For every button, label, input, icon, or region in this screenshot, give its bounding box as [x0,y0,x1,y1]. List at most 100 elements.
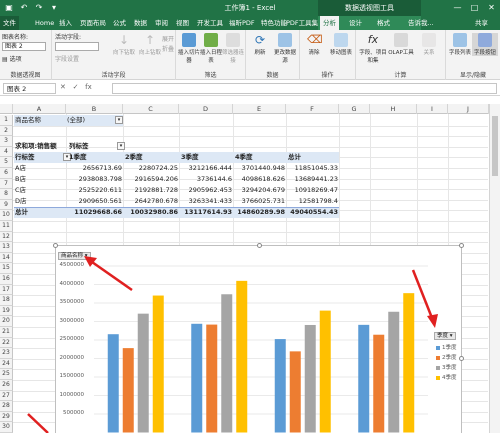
row-header[interactable]: 28 [0,401,13,412]
row-header[interactable]: 7 [0,178,13,190]
share-button[interactable]: 共享 [472,16,491,30]
scrollbar-thumb[interactable] [492,116,498,176]
collapse-button[interactable]: 折叠 [162,44,174,53]
bar-D店-1季度[interactable] [358,324,370,433]
tab-design[interactable]: 设计 [346,16,365,30]
options-button[interactable]: ▤ 选项 [2,54,22,63]
tab-analyze[interactable]: 分析 [320,16,339,30]
row-header[interactable]: 24 [0,358,13,370]
fields-items-sets-button[interactable]: fx 字段、项目和集 [358,33,388,64]
row-header[interactable]: 11 [0,221,13,232]
tab-home[interactable]: Home [32,16,57,30]
relationships-button[interactable]: 关系 [416,33,442,56]
name-box[interactable]: 图表 2 [3,83,56,94]
row-header[interactable]: 14 [0,252,13,264]
refresh-button[interactable]: ⟳ 刷新 [248,33,272,56]
field-list-button[interactable]: 字段列表 [448,33,472,56]
tab-file[interactable]: 文件 [0,16,19,30]
change-source-button[interactable]: 更改数据源 [272,33,298,64]
tab-data[interactable]: 数据 [131,16,150,30]
row-header[interactable]: 15 [0,263,13,274]
clear-button[interactable]: ⌫ 清除 [302,33,326,56]
column-header-g[interactable]: G [339,104,370,114]
bar-D店-3季度[interactable] [388,311,400,433]
column-header-j[interactable]: J [448,104,489,114]
expand-button[interactable]: 展开 [162,34,174,43]
bar-A店-3季度[interactable] [137,313,149,433]
bar-D店-4季度[interactable] [403,293,415,433]
select-all-corner[interactable] [0,104,13,114]
field-settings-button[interactable]: 字段设置 [55,54,79,63]
row-header[interactable]: 29 [0,411,13,423]
insert-timeline-button[interactable]: 插入日程表 [200,33,222,64]
pivot-chart[interactable]: 商品名称 ▾ 4500000 4000000 3500000 3000000 25000… [53,243,464,433]
minimize-button[interactable]: — [449,0,466,16]
tab-view[interactable]: 视图 [173,16,192,30]
row-header[interactable]: 26 [0,380,13,391]
close-button[interactable]: ✕ [483,0,500,16]
row-header[interactable]: 8 [0,189,13,200]
row-header[interactable]: 27 [0,390,13,402]
column-header-f[interactable]: F [286,104,339,114]
legend-field-button[interactable]: 季度 ▾ [434,332,456,340]
resize-handle[interactable] [53,243,58,248]
column-label-dropdown[interactable]: ▾ [117,142,125,150]
row-header[interactable]: 13 [0,242,13,253]
tab-developer[interactable]: 开发工具 [194,16,226,30]
bar-C店-4季度[interactable] [319,310,331,433]
row-header[interactable]: 17 [0,284,13,296]
row-header[interactable]: 12 [0,231,13,243]
bar-A店-4季度[interactable] [152,295,164,433]
bar-C店-1季度[interactable] [274,339,286,433]
resize-handle[interactable] [459,243,464,248]
bar-B店-4季度[interactable] [236,280,248,433]
bar-C店-2季度[interactable] [289,351,301,433]
chart-name-input[interactable]: 图表 2 [2,42,46,51]
row-header[interactable]: 2 [0,125,13,137]
row-header[interactable]: 22 [0,337,13,349]
column-header-e[interactable]: E [233,104,286,114]
row-header[interactable]: 10 [0,210,13,221]
olap-tools-button[interactable]: OLAP工具 [388,33,414,56]
maximize-button[interactable]: □ [466,0,483,16]
tab-foxit-pdf[interactable]: 福昕PDF [226,16,258,30]
row-header[interactable]: 3 [0,136,13,147]
drill-down-button[interactable]: ↓ 向下钻取 [112,33,136,56]
filter-dropdown-button[interactable]: ▾ [115,116,123,124]
bar-B店-1季度[interactable] [191,323,203,433]
drill-up-button[interactable]: ↑ 向上钻取 [138,33,162,56]
formula-input[interactable] [112,83,497,94]
field-buttons-button[interactable]: 字段按钮 [472,33,498,56]
enter-icon[interactable]: ✓ [73,83,79,91]
column-header-i[interactable]: I [417,104,448,114]
row-header[interactable]: 30 [0,422,13,433]
tab-page-layout[interactable]: 页面布局 [77,16,109,30]
resize-handle[interactable] [257,243,262,248]
vertical-scrollbar[interactable] [489,104,500,433]
tab-insert[interactable]: 插入 [56,16,75,30]
row-header[interactable]: 20 [0,316,13,327]
bar-B店-3季度[interactable] [221,294,233,433]
tab-formulas[interactable]: 公式 [110,16,129,30]
bar-A店-2季度[interactable] [122,348,134,433]
row-header[interactable]: 9 [0,199,13,211]
row-header[interactable]: 5 [0,157,13,168]
row-header[interactable]: 19 [0,305,13,317]
resize-handle[interactable] [459,356,464,361]
row-header[interactable]: 4 [0,146,13,158]
tab-review[interactable]: 审阅 [152,16,171,30]
bar-B店-2季度[interactable] [206,324,218,433]
insert-slicer-button[interactable]: 插入切片器 [178,33,200,64]
column-header-c[interactable]: C [123,104,179,114]
filter-connections-button[interactable]: 筛选器连接 [222,33,244,64]
column-header-d[interactable]: D [179,104,233,114]
cancel-icon[interactable]: ✕ [60,83,66,91]
row-header[interactable]: 21 [0,327,13,338]
row-header[interactable]: 1 [0,115,13,126]
tab-format[interactable]: 格式 [374,16,393,30]
tell-me-search[interactable]: 告诉我... [405,16,437,30]
row-header[interactable]: 23 [0,348,13,359]
row-header[interactable]: 25 [0,369,13,380]
column-header-b[interactable]: B [66,104,123,114]
row-header[interactable]: 16 [0,274,13,285]
